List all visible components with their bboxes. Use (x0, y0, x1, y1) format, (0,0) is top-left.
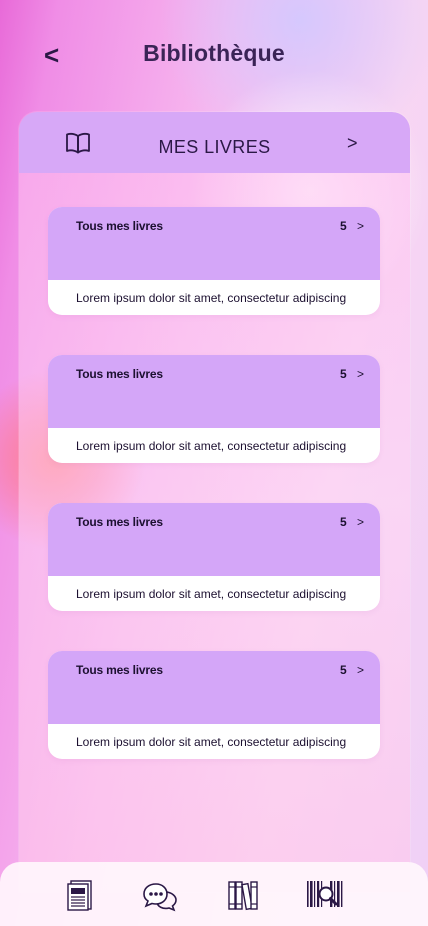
card-arrow[interactable]: > (357, 219, 364, 233)
barcode-scan-icon (307, 881, 343, 907)
book-card[interactable]: Tous mes livres 5 > Lorem ipsum dolor si… (48, 207, 380, 315)
nav-chat[interactable] (140, 878, 180, 912)
card-header (48, 355, 380, 428)
card-header (48, 503, 380, 576)
nav-scan[interactable] (304, 878, 344, 912)
panel-header[interactable]: MES LIVRES > (19, 112, 410, 173)
card-count: 5 (340, 663, 347, 677)
book-card[interactable]: Tous mes livres 5 > Lorem ipsum dolor si… (48, 651, 380, 759)
newspaper-icon (67, 880, 92, 911)
card-description: Lorem ipsum dolor sit amet, consectetur … (76, 587, 347, 601)
bookshelf-icon (228, 881, 258, 911)
chat-bubbles-icon (143, 883, 177, 912)
nav-library[interactable] (222, 878, 262, 912)
card-arrow[interactable]: > (357, 367, 364, 381)
card-arrow[interactable]: > (357, 515, 364, 529)
card-description: Lorem ipsum dolor sit amet, consectetur … (76, 439, 347, 453)
page-title: Bibliothèque (143, 40, 285, 66)
card-description: Lorem ipsum dolor sit amet, consectetur … (76, 735, 347, 749)
card-count: 5 (340, 219, 347, 233)
card-title: Tous mes livres (76, 367, 163, 381)
nav-news[interactable] (62, 878, 102, 912)
book-card[interactable]: Tous mes livres 5 > Lorem ipsum dolor si… (48, 503, 380, 611)
card-arrow[interactable]: > (357, 663, 364, 677)
panel-next-button[interactable]: > (347, 133, 358, 154)
card-count: 5 (340, 515, 347, 529)
book-card[interactable]: Tous mes livres 5 > Lorem ipsum dolor si… (48, 355, 380, 463)
books-panel: MES LIVRES > Tous mes livres 5 > Lorem i… (19, 112, 410, 892)
card-title: Tous mes livres (76, 515, 163, 529)
card-count: 5 (340, 367, 347, 381)
card-header (48, 651, 380, 724)
card-header (48, 207, 380, 280)
card-title: Tous mes livres (76, 219, 163, 233)
header: < Bibliothèque (0, 0, 428, 110)
card-description: Lorem ipsum dolor sit amet, consectetur … (76, 291, 347, 305)
bottom-nav (0, 862, 428, 926)
card-title: Tous mes livres (76, 663, 163, 677)
